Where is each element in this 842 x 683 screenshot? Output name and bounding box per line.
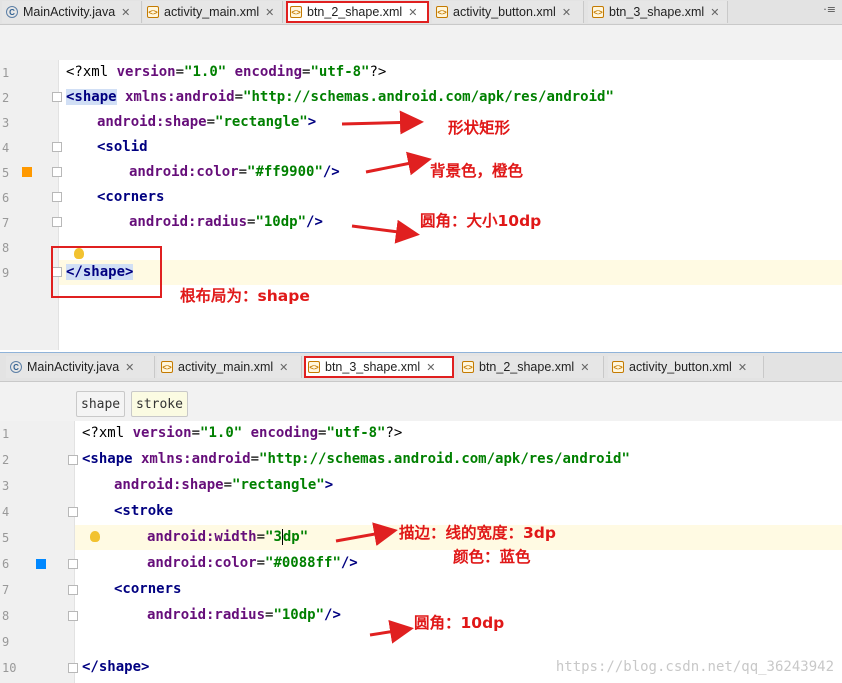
watermark: https://blog.csdn.net/qq_36243942 <box>555 659 834 675</box>
editor-panel-top: C MainActivity.java ✕ <> activity_main.x… <box>0 0 842 350</box>
annotation-arrows <box>341 110 432 244</box>
arrow <box>335 522 398 546</box>
arrow <box>369 619 414 644</box>
arrow <box>365 151 432 176</box>
annotation-arrows <box>335 522 414 644</box>
arrow <box>341 110 424 135</box>
editor-panel-bottom: C MainActivity.java ✕ <> activity_main.x… <box>0 352 842 683</box>
arrow <box>351 219 420 244</box>
